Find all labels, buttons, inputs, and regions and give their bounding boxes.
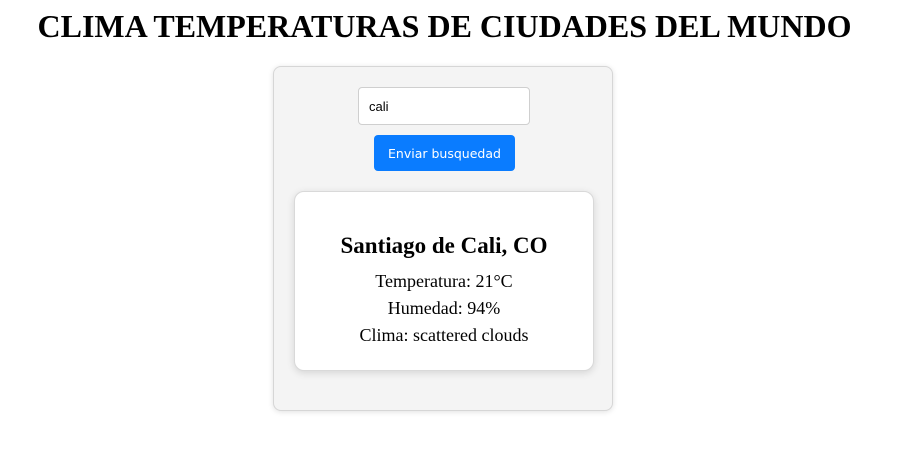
page-title: CLIMA TEMPERATURAS DE CIUDADES DEL MUNDO (37, 8, 852, 44)
submit-search-button[interactable]: Enviar busquedad (374, 135, 515, 171)
weather-result-card: Santiago de Cali, CO Temperatura: 21°C H… (294, 191, 594, 371)
temperature-text: Temperatura: 21°C (375, 271, 513, 291)
city-search-input[interactable] (358, 87, 530, 125)
weather-description-text: Clima: scattered clouds (359, 325, 529, 345)
search-panel: Enviar busquedad Santiago de Cali, CO Te… (273, 66, 613, 411)
city-name: Santiago de Cali, CO (340, 233, 548, 258)
humidity-text: Humedad: 94% (387, 298, 501, 318)
